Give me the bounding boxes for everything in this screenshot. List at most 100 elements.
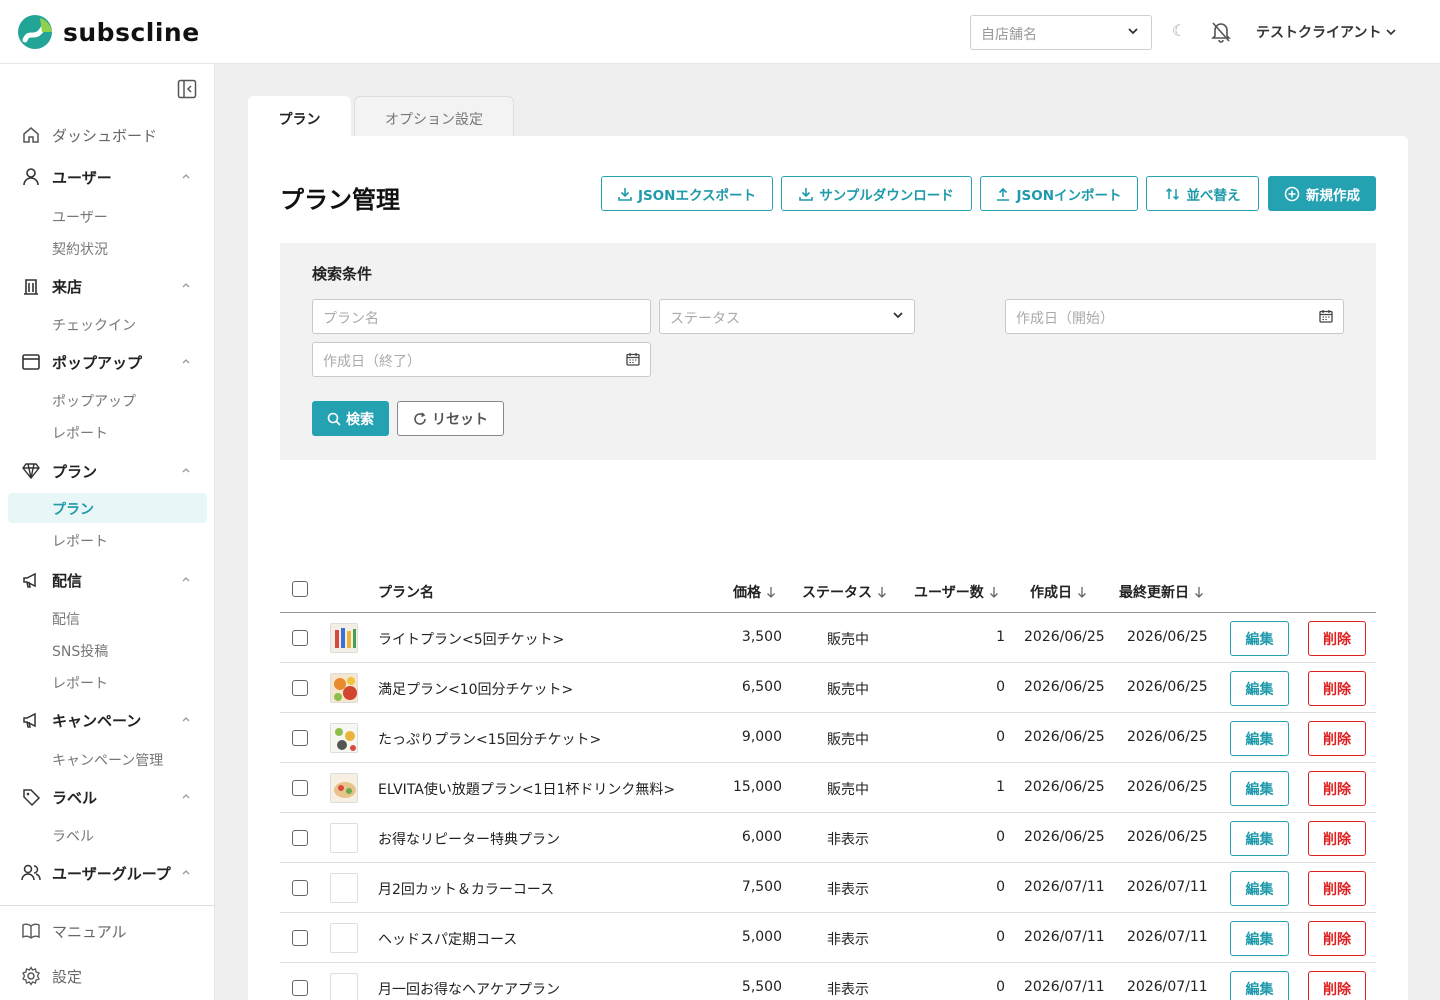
plan-updated-date: 2026/06/25 bbox=[1127, 779, 1208, 795]
sidebar-item-label: プラン bbox=[52, 502, 94, 518]
sidebar-item-label[interactable]: ラベル bbox=[8, 820, 207, 850]
plan-updated-date: 2026/06/25 bbox=[1127, 829, 1208, 845]
chevron-down-icon bbox=[1128, 28, 1138, 35]
delete-button[interactable]: 削除 bbox=[1308, 671, 1366, 706]
sidebar-item-label: ダッシュボード bbox=[52, 127, 158, 145]
sidebar-item-checkin[interactable]: チェックイン bbox=[8, 309, 207, 339]
plan-thumbnail bbox=[330, 973, 358, 1000]
plan-created-date: 2026/06/25 bbox=[1024, 729, 1105, 745]
created-start-date-input[interactable]: 作成日（開始） bbox=[1005, 299, 1344, 334]
chevron-up-icon bbox=[182, 870, 190, 875]
plan-price: 5,500 bbox=[741, 979, 782, 995]
delete-button[interactable]: 削除 bbox=[1308, 621, 1366, 656]
chevron-up-icon bbox=[182, 468, 190, 473]
sidebar-group-label: ユーザーグループ bbox=[52, 865, 171, 883]
sidebar-item-dashboard[interactable]: ダッシュボード bbox=[0, 120, 215, 150]
table-row: 月2回カット＆カラーコース 7,500 非表示 0 2026/07/11 2026/07/… bbox=[280, 863, 1376, 913]
plan-created-date: 2026/07/11 bbox=[1024, 979, 1105, 995]
plan-status: 販売中 bbox=[827, 732, 869, 748]
sidebar-group-visit[interactable]: 来店 bbox=[0, 271, 215, 301]
column-header-users[interactable]: ユーザー数 bbox=[914, 582, 999, 602]
edit-button[interactable]: 編集 bbox=[1230, 971, 1289, 1000]
brand-logo[interactable]: subscline bbox=[16, 14, 200, 50]
sidebar-group-label[interactable]: ラベル bbox=[0, 782, 215, 812]
plan-name-input[interactable]: プラン名 bbox=[312, 299, 651, 334]
reset-button[interactable]: リセット bbox=[397, 401, 504, 436]
sidebar-group-campaign[interactable]: キャンペーン bbox=[0, 705, 215, 735]
sidebar-item-settings[interactable]: 設定 bbox=[0, 961, 215, 991]
table-header: プラン名 価格 ステータス ユーザー数 作成日 最終更新日 bbox=[280, 568, 1376, 613]
plan-user-count: 1 bbox=[996, 779, 1005, 795]
sidebar-item-label: チェックイン bbox=[52, 318, 136, 334]
tab-plan[interactable]: プラン bbox=[248, 96, 351, 138]
column-header-status[interactable]: ステータス bbox=[802, 582, 887, 602]
plan-updated-date: 2026/07/11 bbox=[1127, 879, 1208, 895]
sidebar-item-contracts[interactable]: 契約状況 bbox=[8, 233, 207, 263]
row-checkbox[interactable] bbox=[292, 630, 308, 646]
sidebar-item-label: ポップアップ bbox=[52, 394, 136, 410]
sidebar-group-delivery[interactable]: 配信 bbox=[0, 565, 215, 595]
sort-button[interactable]: 並べ替え bbox=[1146, 176, 1259, 211]
edit-button[interactable]: 編集 bbox=[1230, 821, 1289, 856]
edit-button[interactable]: 編集 bbox=[1230, 721, 1289, 756]
notification-off-icon[interactable] bbox=[1211, 21, 1231, 43]
column-header-created[interactable]: 作成日 bbox=[1030, 582, 1087, 602]
delete-button[interactable]: 削除 bbox=[1308, 721, 1366, 756]
sidebar-group-plan[interactable]: プラン bbox=[0, 456, 215, 486]
column-header-price[interactable]: 価格 bbox=[733, 582, 776, 602]
json-import-button[interactable]: JSONインポート bbox=[980, 176, 1138, 211]
row-checkbox[interactable] bbox=[292, 880, 308, 896]
row-checkbox[interactable] bbox=[292, 930, 308, 946]
edit-button[interactable]: 編集 bbox=[1230, 671, 1289, 706]
sidebar-item-delivery[interactable]: 配信 bbox=[8, 603, 207, 633]
sort-label: 並べ替え bbox=[1186, 187, 1241, 204]
tab-option-settings[interactable]: オプション設定 bbox=[354, 96, 514, 138]
delete-button[interactable]: 削除 bbox=[1308, 921, 1366, 956]
dark-mode-toggle-icon[interactable]: ☾ bbox=[1172, 21, 1186, 40]
edit-button[interactable]: 編集 bbox=[1230, 921, 1289, 956]
calendar-icon[interactable] bbox=[626, 352, 640, 366]
search-button[interactable]: 検索 bbox=[312, 401, 389, 436]
row-checkbox[interactable] bbox=[292, 730, 308, 746]
row-checkbox[interactable] bbox=[292, 980, 308, 996]
delete-button[interactable]: 削除 bbox=[1308, 871, 1366, 906]
sidebar-item-manual[interactable]: マニュアル bbox=[0, 916, 215, 946]
home-icon bbox=[20, 124, 42, 146]
edit-button[interactable]: 編集 bbox=[1230, 621, 1289, 656]
sidebar-item-plan[interactable]: プラン bbox=[8, 493, 207, 523]
sidebar-group-users[interactable]: ユーザー bbox=[0, 162, 215, 192]
status-select[interactable]: ステータス bbox=[659, 299, 915, 334]
sidebar-item-campaign-manage[interactable]: キャンペーン管理 bbox=[8, 744, 207, 774]
delete-button[interactable]: 削除 bbox=[1308, 971, 1366, 1000]
sidebar-item-label: SNS投稿 bbox=[52, 644, 109, 660]
sidebar-item-users[interactable]: ユーザー bbox=[8, 201, 207, 231]
row-checkbox[interactable] bbox=[292, 780, 308, 796]
book-icon bbox=[20, 920, 42, 942]
sidebar-item-popup[interactable]: ポップアップ bbox=[8, 385, 207, 415]
sidebar-group-popup[interactable]: ポップアップ bbox=[0, 347, 215, 377]
json-export-button[interactable]: JSONエクスポート bbox=[601, 176, 773, 211]
column-header-updated[interactable]: 最終更新日 bbox=[1119, 582, 1204, 602]
create-button[interactable]: 新規作成 bbox=[1268, 176, 1376, 211]
user-menu[interactable]: テストクライアント bbox=[1256, 22, 1397, 42]
sidebar-item-delivery-report[interactable]: レポート bbox=[8, 667, 207, 697]
sidebar-item-sns-post[interactable]: SNS投稿 bbox=[8, 635, 207, 665]
edit-button[interactable]: 編集 bbox=[1230, 771, 1289, 806]
select-all-checkbox[interactable] bbox=[292, 581, 308, 597]
store-select[interactable]: 自店舗名 bbox=[970, 15, 1152, 50]
edit-button[interactable]: 編集 bbox=[1230, 871, 1289, 906]
plan-name-placeholder: プラン名 bbox=[323, 311, 379, 327]
plan-updated-date: 2026/06/25 bbox=[1127, 729, 1208, 745]
created-end-date-input[interactable]: 作成日（終了） bbox=[312, 342, 651, 377]
sample-download-button[interactable]: サンプルダウンロード bbox=[781, 176, 972, 211]
delete-button[interactable]: 削除 bbox=[1308, 771, 1366, 806]
delete-button[interactable]: 削除 bbox=[1308, 821, 1366, 856]
row-checkbox[interactable] bbox=[292, 830, 308, 846]
sidebar-collapse-icon[interactable] bbox=[177, 79, 197, 99]
sidebar-item-plan-report[interactable]: レポート bbox=[8, 525, 207, 555]
sidebar-item-popup-report[interactable]: レポート bbox=[8, 417, 207, 447]
sidebar-group-label: ユーザー bbox=[52, 169, 112, 187]
row-checkbox[interactable] bbox=[292, 680, 308, 696]
calendar-icon[interactable] bbox=[1319, 309, 1333, 323]
sidebar-group-usergroup[interactable]: ユーザーグループ bbox=[0, 858, 215, 888]
